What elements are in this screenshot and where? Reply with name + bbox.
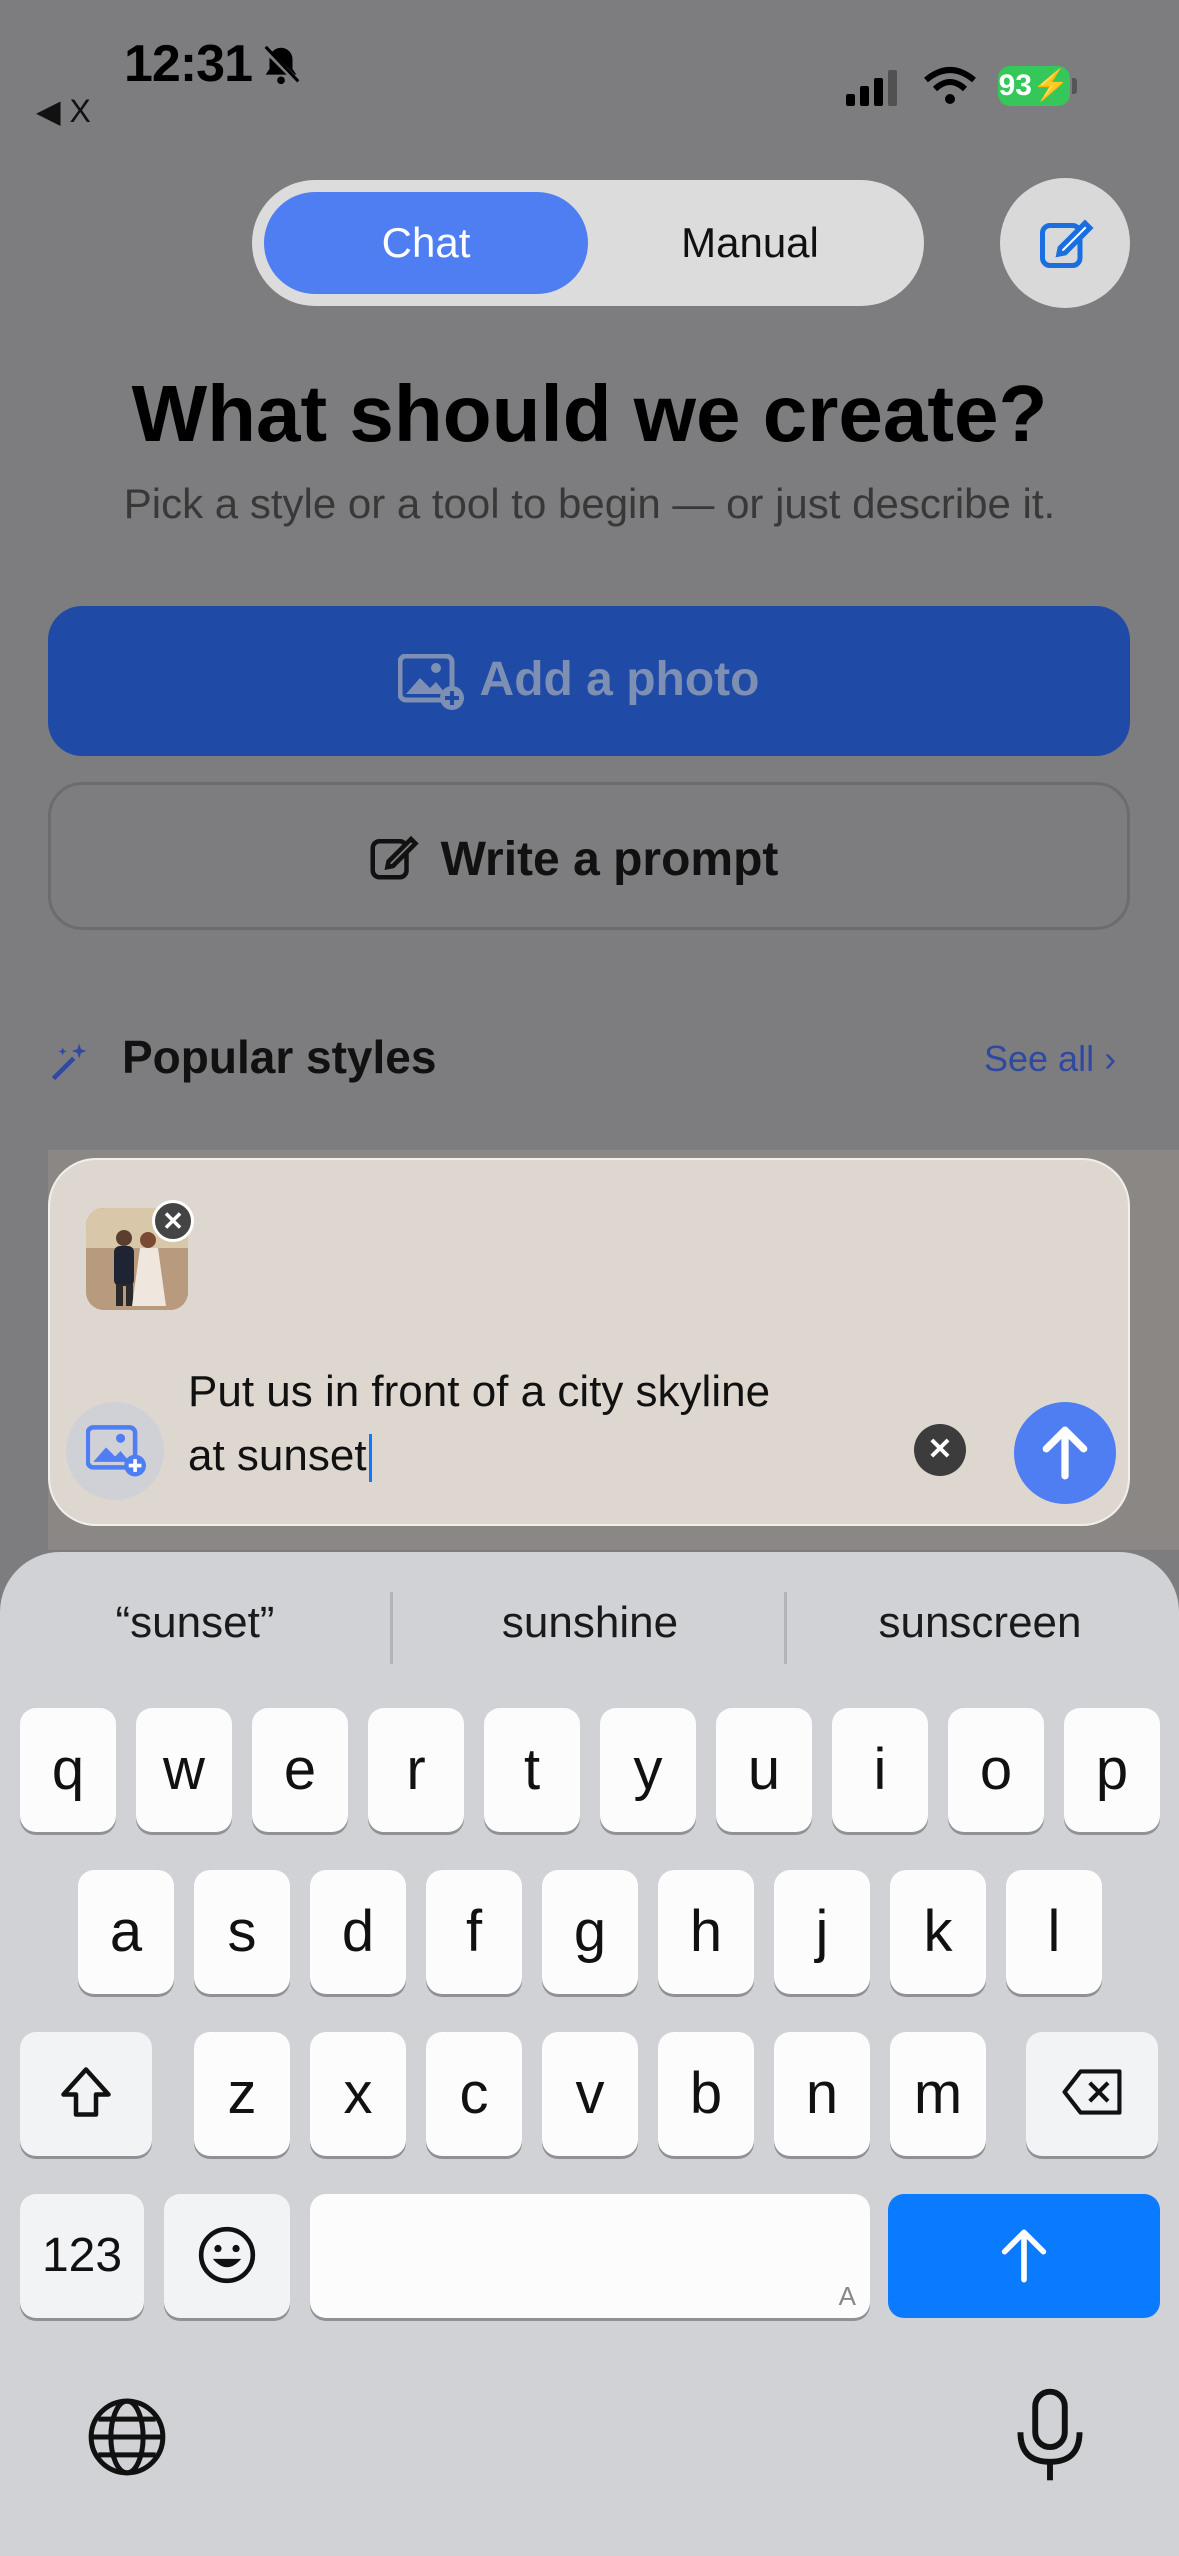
key-m[interactable]: m [890, 2032, 986, 2156]
key-a[interactable]: a [78, 1870, 174, 1994]
tab-manual[interactable]: Manual [600, 192, 900, 294]
suggestion-1[interactable]: “sunset” [30, 1598, 360, 1648]
back-to-app-link[interactable]: ◀ X [36, 92, 91, 130]
see-all-link[interactable]: See all › [984, 1038, 1116, 1080]
key-i[interactable]: i [832, 1708, 928, 1832]
shift-key[interactable] [20, 2032, 152, 2156]
key-r[interactable]: r [368, 1708, 464, 1832]
write-prompt-label: Write a prompt [440, 833, 779, 886]
suggestion-divider [390, 1592, 393, 1664]
add-photo-label: Add a photo [479, 653, 760, 706]
new-chat-button[interactable] [1000, 178, 1130, 308]
key-w[interactable]: w [136, 1708, 232, 1832]
key-b[interactable]: b [658, 2032, 754, 2156]
key-p[interactable]: p [1064, 1708, 1160, 1832]
key-c[interactable]: c [426, 2032, 522, 2156]
compose-icon [1040, 219, 1094, 268]
popular-styles-heading: Popular styles [122, 1031, 437, 1083]
arrow-up-icon [1001, 2229, 1047, 2283]
bell-slash-icon [261, 45, 301, 85]
key-s[interactable]: s [194, 1870, 290, 1994]
arrow-up-icon [1042, 1426, 1088, 1480]
suggestion-3[interactable]: sunscreen [800, 1598, 1160, 1648]
page-subtitle: Pick a style or a tool to begin — or jus… [123, 480, 1056, 527]
battery-cap [1072, 78, 1077, 94]
suggestion-2[interactable]: sunshine [410, 1598, 770, 1648]
clear-text-button[interactable]: ✕ [914, 1424, 966, 1476]
shift-icon [61, 2067, 111, 2117]
prompt-input[interactable]: Put us in front of a city skyline at sun… [188, 1360, 888, 1488]
key-g[interactable]: g [542, 1870, 638, 1994]
add-image-icon [86, 1425, 146, 1477]
prompt-line-1: Put us in front of a city skyline [188, 1367, 771, 1416]
wifi-icon [924, 67, 976, 104]
space-key[interactable]: A [310, 2194, 870, 2318]
key-t[interactable]: t [484, 1708, 580, 1832]
key-e[interactable]: e [252, 1708, 348, 1832]
key-v[interactable]: v [542, 2032, 638, 2156]
magic-wand-icon [51, 1043, 87, 1081]
emoji-key[interactable] [164, 2194, 290, 2318]
text-cursor [368, 1434, 372, 1483]
send-button[interactable] [1014, 1402, 1116, 1504]
key-n[interactable]: n [774, 2032, 870, 2156]
key-h[interactable]: h [658, 1870, 754, 1994]
key-q[interactable]: q [20, 1708, 116, 1832]
status-time: 12:31 [124, 35, 253, 93]
delete-key[interactable] [1026, 2032, 1158, 2156]
key-o[interactable]: o [948, 1708, 1044, 1832]
add-image-button[interactable] [66, 1402, 164, 1500]
return-key[interactable] [888, 2194, 1160, 2318]
key-k[interactable]: k [890, 1870, 986, 1994]
key-f[interactable]: f [426, 1870, 522, 1994]
page-title: What should we create? [131, 369, 1048, 458]
key-x[interactable]: x [310, 2032, 406, 2156]
key-d[interactable]: d [310, 1870, 406, 1994]
remove-photo-button[interactable]: ✕ [152, 1200, 194, 1242]
tab-chat[interactable]: Chat [264, 192, 588, 294]
globe-icon[interactable] [84, 2394, 170, 2480]
microphone-icon[interactable] [1012, 2388, 1088, 2484]
cellular-signal-icon [846, 70, 897, 106]
suggestion-divider [784, 1592, 787, 1664]
key-z[interactable]: z [194, 2032, 290, 2156]
space-key-hint: A [838, 2281, 856, 2311]
key-l[interactable]: l [1006, 1870, 1102, 1994]
key-y[interactable]: y [600, 1708, 696, 1832]
numbers-key[interactable]: 123 [20, 2194, 144, 2318]
key-u[interactable]: u [716, 1708, 812, 1832]
prompt-line-2: at sunset [188, 1431, 367, 1480]
emoji-icon [198, 2226, 256, 2284]
key-j[interactable]: j [774, 1870, 870, 1994]
battery-indicator: 93⚡ [998, 66, 1070, 106]
backspace-icon [1062, 2069, 1122, 2115]
